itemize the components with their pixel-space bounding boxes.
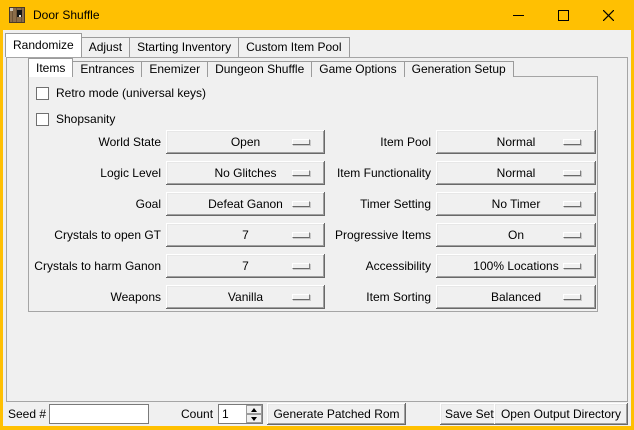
open-output-directory-button[interactable]: Open Output Directory — [494, 403, 628, 425]
count-value: 1 — [219, 405, 246, 423]
item-functionality-label: Item Functionality — [324, 161, 431, 185]
minimize-icon — [513, 10, 524, 21]
accessibility-dropdown[interactable]: 100% Locations — [436, 254, 596, 278]
count-spin-up-button[interactable] — [246, 405, 262, 414]
item-functionality-dropdown[interactable]: Normal — [436, 161, 596, 185]
count-spin-buttons — [246, 405, 262, 423]
shopsanity-option: Shopsanity — [36, 112, 115, 126]
tab-entrances[interactable]: Entrances — [72, 61, 142, 77]
minimize-button[interactable] — [496, 0, 541, 30]
progressive-items-dropdown[interactable]: On — [436, 223, 596, 247]
generate-patched-rom-button[interactable]: Generate Patched Rom — [267, 403, 406, 425]
item-sorting-dropdown[interactable]: Balanced — [436, 285, 596, 309]
tab-dungeon-shuffle[interactable]: Dungeon Shuffle — [207, 61, 312, 77]
item-pool-label: Item Pool — [324, 130, 431, 154]
door-app-icon — [9, 7, 25, 23]
tab-items[interactable]: Items — [28, 58, 73, 77]
spin-up-icon — [251, 408, 257, 412]
randomize-sub-tabs: Items Entrances Enemizer Dungeon Shuffle… — [28, 58, 513, 77]
shopsanity-label: Shopsanity — [56, 112, 115, 126]
item-pool-row: Item Pool Normal — [29, 130, 599, 154]
retro-mode-checkbox[interactable] — [36, 87, 49, 100]
tab-starting-inventory[interactable]: Starting Inventory — [129, 37, 239, 57]
tab-game-options[interactable]: Game Options — [311, 61, 404, 77]
tab-adjust[interactable]: Adjust — [81, 37, 130, 57]
tab-custom-item-pool[interactable]: Custom Item Pool — [238, 37, 349, 57]
item-pool-dropdown[interactable]: Normal — [436, 130, 596, 154]
timer-setting-dropdown[interactable]: No Timer — [436, 192, 596, 216]
progressive-items-label: Progressive Items — [324, 223, 431, 247]
dropdown-indicator-icon — [563, 170, 581, 176]
shopsanity-checkbox[interactable] — [36, 113, 49, 126]
items-tab-panel: Retro mode (universal keys) Shopsanity W… — [28, 76, 598, 312]
tab-enemizer[interactable]: Enemizer — [141, 61, 208, 77]
titlebar: Door Shuffle — [0, 0, 634, 30]
main-tabs: Randomize Adjust Starting Inventory Cust… — [5, 33, 349, 57]
accessibility-row: Accessibility 100% Locations — [29, 254, 599, 278]
accessibility-value: 100% Locations — [473, 259, 558, 273]
tab-generation-setup[interactable]: Generation Setup — [404, 61, 514, 77]
timer-setting-value: No Timer — [492, 197, 541, 211]
maximize-icon — [558, 10, 569, 21]
app-window: Door Shuffle Randomize Adjust Starting I… — [0, 0, 634, 430]
accessibility-label: Accessibility — [324, 254, 431, 278]
window-content: Randomize Adjust Starting Inventory Cust… — [3, 30, 631, 426]
item-functionality-value: Normal — [497, 166, 536, 180]
maximize-button[interactable] — [541, 0, 586, 30]
open-output-directory-label: Open Output Directory — [501, 407, 621, 421]
dropdown-indicator-icon — [563, 294, 581, 300]
window-controls — [496, 0, 631, 30]
spin-down-icon — [251, 417, 257, 421]
count-label: Count — [181, 403, 213, 425]
dropdown-indicator-icon — [563, 232, 581, 238]
timer-setting-label: Timer Setting — [324, 192, 431, 216]
dropdown-indicator-icon — [563, 201, 581, 207]
item-sorting-value: Balanced — [491, 290, 541, 304]
count-spin-down-button[interactable] — [246, 414, 262, 423]
dropdown-indicator-icon — [563, 263, 581, 269]
retro-mode-label: Retro mode (universal keys) — [56, 86, 206, 100]
close-button[interactable] — [586, 0, 631, 30]
item-functionality-row: Item Functionality Normal — [29, 161, 599, 185]
progressive-items-value: On — [508, 228, 524, 242]
generate-patched-rom-label: Generate Patched Rom — [273, 407, 399, 421]
retro-mode-option: Retro mode (universal keys) — [36, 86, 206, 100]
tab-randomize[interactable]: Randomize — [5, 33, 82, 57]
item-sorting-label: Item Sorting — [324, 285, 431, 309]
close-icon — [603, 10, 614, 21]
item-pool-value: Normal — [497, 135, 536, 149]
progressive-items-row: Progressive Items On — [29, 223, 599, 247]
item-sorting-row: Item Sorting Balanced — [29, 285, 599, 309]
dropdown-indicator-icon — [563, 139, 581, 145]
timer-setting-row: Timer Setting No Timer — [29, 192, 599, 216]
seed-input[interactable] — [49, 404, 149, 424]
count-spinner[interactable]: 1 — [218, 404, 263, 424]
seed-label: Seed # — [8, 403, 46, 425]
window-title: Door Shuffle — [33, 8, 100, 22]
